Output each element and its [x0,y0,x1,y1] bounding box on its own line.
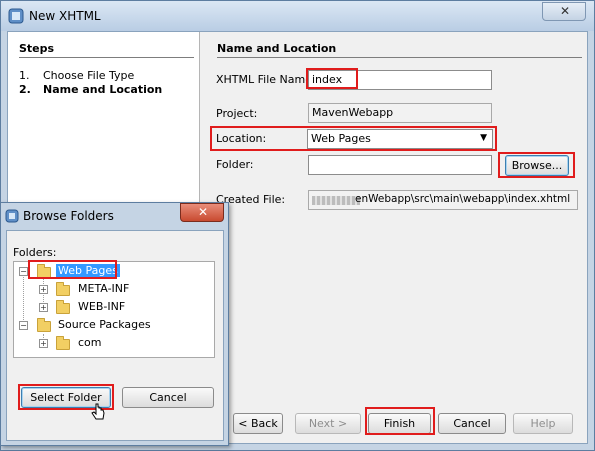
step-number: 1. [19,69,30,82]
form-heading: Name and Location [217,42,337,55]
project-field: MavenWebapp [308,103,492,123]
redacted-path [312,196,360,205]
expand-icon[interactable]: + [39,339,48,348]
netbeans-icon [8,8,24,24]
created-file-field: enWebapp\src\main\webapp\index.xhtml [308,190,578,210]
next-button[interactable]: Next > [295,413,361,434]
file-name-input[interactable]: index [308,70,492,90]
divider [19,57,194,58]
step-choose-file-type: Choose File Type [43,69,135,82]
expand-icon[interactable]: + [39,303,48,312]
location-dropdown[interactable]: Web Pages ▼ [307,129,493,149]
window-title: New XHTML [29,9,101,23]
tree-label: Web Pages [56,264,120,277]
folder-tree[interactable]: − Web Pages + META-INF + WEB-INF − Sourc… [13,261,215,358]
tree-item-com[interactable]: + com [14,336,214,352]
netbeans-icon [5,209,19,223]
dialog-title: Browse Folders [23,209,114,223]
tree-item-web-inf[interactable]: + WEB-INF [14,300,214,316]
cursor-icon [91,403,105,420]
step-number: 2. [19,83,31,96]
dialog-cancel-button[interactable]: Cancel [122,387,214,408]
folder-input[interactable] [308,155,492,175]
tree-label: WEB-INF [78,300,126,313]
close-button[interactable]: ✕ [542,2,586,21]
location-label: Location: [216,132,267,145]
step-name-and-location: Name and Location [43,83,163,96]
close-icon: ✕ [560,4,571,18]
divider [217,57,582,58]
folder-icon [56,336,70,350]
tree-item-meta-inf[interactable]: + META-INF [14,282,214,298]
collapse-icon[interactable]: − [19,321,28,330]
close-icon: ✕ [198,205,209,219]
back-button[interactable]: < Back [233,413,283,434]
browse-button[interactable]: Browse... [505,155,569,176]
folder-icon [37,318,51,332]
location-value: Web Pages [311,132,371,145]
title-bar[interactable]: New XHTML ✕ [1,1,594,31]
project-label: Project: [216,107,258,120]
tree-item-source-packages[interactable]: − Source Packages [14,318,214,334]
tree-label: Source Packages [58,318,151,331]
tree-label: META-INF [78,282,130,295]
expand-icon[interactable]: + [39,285,48,294]
folder-icon [56,300,70,314]
steps-heading: Steps [19,42,55,55]
chevron-down-icon: ▼ [480,133,487,143]
tree-label: com [78,336,102,349]
tree-item-web-pages[interactable]: − Web Pages [14,264,214,280]
finish-button[interactable]: Finish [368,413,431,434]
folder-icon [37,264,51,278]
help-button[interactable]: Help [513,413,573,434]
browse-folders-dialog: Browse Folders ✕ Folders: − Web Pages + … [0,202,229,446]
file-name-label: XHTML File Name: [216,73,316,86]
folder-label: Folder: [216,158,254,171]
folders-label: Folders: [13,246,57,259]
cancel-button[interactable]: Cancel [438,413,506,434]
collapse-icon[interactable]: − [19,267,28,276]
folder-icon [56,282,70,296]
dialog-close-button[interactable]: ✕ [180,203,224,222]
created-file-path: enWebapp\src\main\webapp\index.xhtml [355,193,571,205]
